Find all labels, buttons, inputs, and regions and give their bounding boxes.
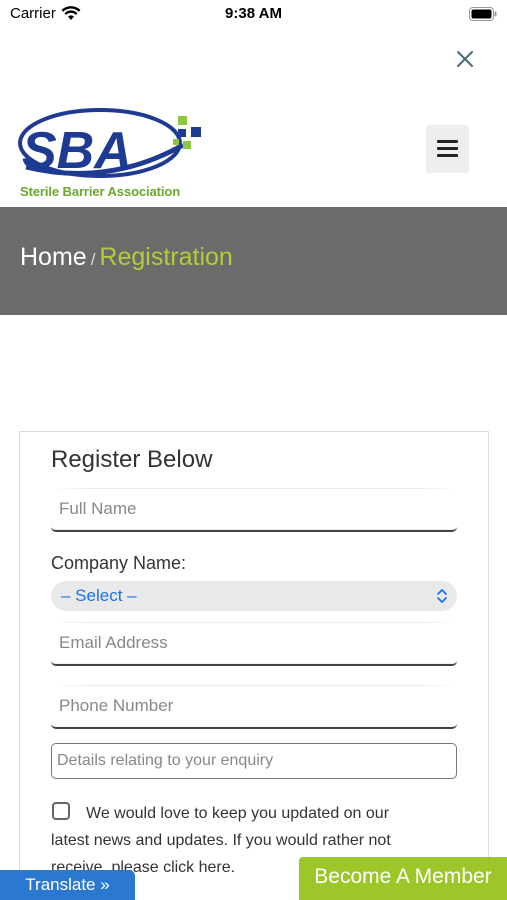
clock: 9:38 AM bbox=[225, 5, 282, 22]
breadcrumb-separator: / bbox=[90, 250, 96, 269]
battery-icon bbox=[469, 7, 497, 21]
translate-button[interactable]: Translate » bbox=[0, 870, 135, 900]
email-input[interactable]: Email Address bbox=[51, 622, 457, 666]
details-textarea[interactable]: Details relating to your enquiry bbox=[51, 743, 457, 779]
become-member-button[interactable]: Become A Member bbox=[299, 857, 507, 900]
company-select-value: – Select – bbox=[61, 586, 137, 605]
close-icon[interactable] bbox=[455, 49, 475, 69]
email-placeholder: Email Address bbox=[59, 633, 168, 652]
breadcrumb-current: Registration bbox=[99, 243, 233, 271]
company-select[interactable]: – Select – bbox=[51, 581, 457, 611]
logo-subtitle: Sterile Barrier Association bbox=[20, 184, 181, 199]
full-name-input[interactable]: Full Name bbox=[51, 488, 457, 532]
details-placeholder: Details relating to your enquiry bbox=[57, 752, 274, 769]
select-arrows-icon bbox=[437, 589, 447, 603]
full-name-placeholder: Full Name bbox=[59, 499, 137, 518]
company-name-label: Company Name: bbox=[51, 553, 187, 573]
breadcrumb: Home / Registration bbox=[20, 243, 233, 272]
logo-wordmark: SBA bbox=[22, 122, 132, 180]
phone-input[interactable]: Phone Number bbox=[51, 685, 457, 729]
menu-button[interactable] bbox=[426, 125, 469, 173]
phone-placeholder: Phone Number bbox=[59, 696, 174, 715]
status-bar: Carrier 9:38 AM bbox=[0, 0, 507, 28]
form-title: Register Below bbox=[51, 446, 213, 473]
breadcrumb-home-link[interactable]: Home bbox=[20, 243, 87, 271]
